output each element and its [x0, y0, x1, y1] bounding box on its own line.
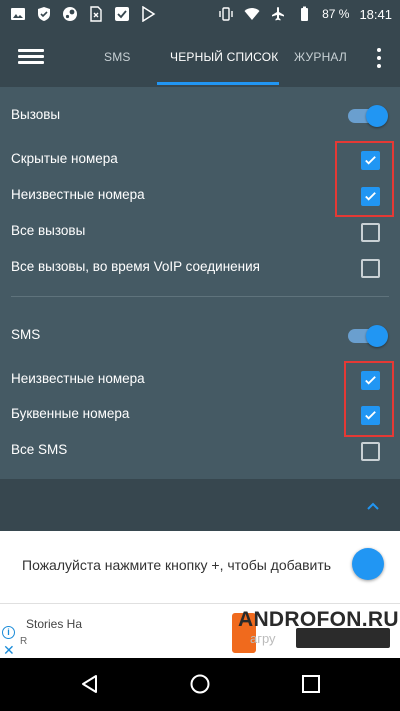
- tab-indicator: [157, 82, 279, 85]
- sms-toggle[interactable]: [348, 325, 388, 347]
- play-store-icon: [140, 6, 156, 22]
- blacklist-settings: Вызовы Скрытые номера Неизвестные номера…: [0, 87, 400, 531]
- highlight-box-calls: [335, 141, 394, 217]
- collapse-bar[interactable]: [0, 479, 400, 531]
- sim-icon: [88, 6, 104, 22]
- chevron-up-icon[interactable]: [366, 499, 380, 513]
- add-button[interactable]: [352, 548, 384, 580]
- check-icon: [114, 6, 130, 22]
- calls-item-label: Все вызовы, во время VoIP соединения: [11, 259, 260, 274]
- all-sms-checkbox[interactable]: [361, 442, 380, 461]
- ad-title: Stories На: [26, 617, 83, 631]
- more-options-icon[interactable]: [376, 48, 382, 68]
- app-toolbar: SMS ЧЕРНЫЙ СПИСОК ЖУРНАЛ: [0, 30, 400, 87]
- sms-header: SMS: [0, 325, 400, 347]
- tab-journal[interactable]: ЖУРНАЛ: [294, 50, 347, 64]
- sms-item-label: Неизвестные номера: [11, 371, 145, 386]
- voip-calls-checkbox[interactable]: [361, 259, 380, 278]
- all-calls-checkbox[interactable]: [361, 223, 380, 242]
- watermark: ANDROFON.RU: [238, 608, 399, 631]
- calls-item-label: Все вызовы: [11, 223, 86, 238]
- status-bar: 87 % 18:41: [0, 0, 400, 30]
- tab-blacklist[interactable]: ЧЕРНЫЙ СПИСОК: [170, 50, 279, 64]
- highlight-box-sms: [344, 361, 394, 437]
- steam-icon: [62, 6, 78, 22]
- recent-apps-icon[interactable]: [300, 673, 322, 695]
- hint-text: Пожалуйста нажмите кнопку +, чтобы добав…: [22, 557, 332, 573]
- calls-title: Вызовы: [11, 107, 61, 122]
- vibrate-icon: [218, 6, 234, 22]
- hint-panel: Пожалуйста нажмите кнопку +, чтобы добав…: [0, 531, 400, 603]
- navigation-bar: [0, 658, 400, 711]
- clock: 18:41: [359, 6, 392, 22]
- hamburger-menu-icon[interactable]: [18, 46, 44, 70]
- battery-icon: [296, 6, 312, 22]
- shield-icon: [36, 6, 52, 22]
- close-icon[interactable]: ✕: [3, 642, 15, 659]
- ad-gray-text: агру: [250, 631, 276, 646]
- calls-item-label: Скрытые номера: [11, 151, 118, 166]
- calls-item-label: Неизвестные номера: [11, 187, 145, 202]
- ad-subtitle: R: [20, 636, 28, 647]
- section-divider: [11, 296, 389, 297]
- sms-item-label: Все SMS: [11, 442, 68, 457]
- calls-toggle[interactable]: [348, 105, 388, 127]
- battery-percent: 87 %: [322, 7, 350, 21]
- tab-sms[interactable]: SMS: [104, 50, 131, 64]
- sms-item-label: Буквенные номера: [11, 406, 130, 421]
- airplane-icon: [270, 6, 286, 22]
- wifi-icon: [244, 6, 260, 22]
- back-icon[interactable]: [79, 673, 101, 695]
- calls-header: Вызовы: [0, 105, 400, 127]
- image-icon: [10, 6, 26, 22]
- sms-title: SMS: [11, 327, 41, 342]
- home-icon[interactable]: [189, 673, 211, 695]
- info-icon[interactable]: i: [2, 626, 15, 639]
